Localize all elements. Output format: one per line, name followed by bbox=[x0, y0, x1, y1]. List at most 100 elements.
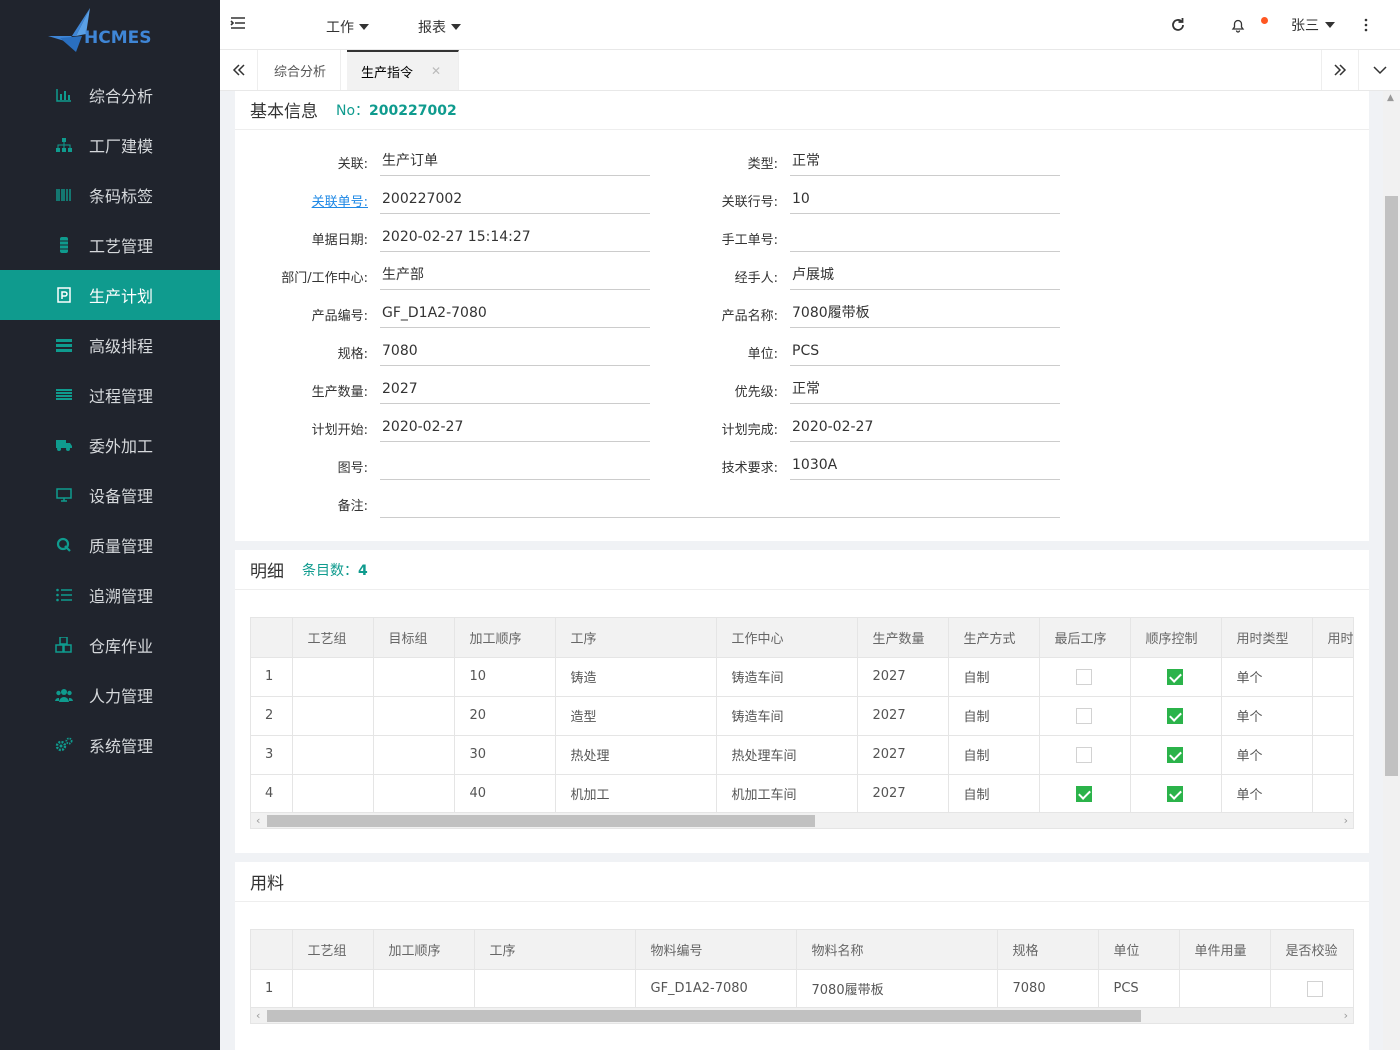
field-input[interactable]: 7080履带板 bbox=[790, 302, 1060, 328]
checkbox[interactable] bbox=[1166, 785, 1183, 802]
nav-work[interactable]: 工作 bbox=[326, 17, 369, 37]
refresh-icon[interactable] bbox=[1170, 0, 1186, 50]
sidebar-item-13[interactable]: 人力管理 bbox=[0, 670, 220, 720]
field-input[interactable]: 2027 bbox=[380, 378, 650, 404]
scroll-right-icon[interactable]: › bbox=[1344, 814, 1348, 827]
column-header[interactable]: 单件用量 bbox=[1179, 930, 1271, 970]
nav-reports[interactable]: 报表 bbox=[418, 17, 461, 37]
tab-production-order[interactable]: 生产指令 ✕ bbox=[347, 50, 459, 90]
field-input[interactable] bbox=[790, 226, 1060, 252]
column-header[interactable]: 工艺组 bbox=[292, 618, 374, 658]
field-input[interactable]: 1030A bbox=[790, 454, 1060, 480]
sidebar-item-6[interactable]: 高级排程 bbox=[0, 320, 220, 370]
column-header[interactable]: 用时类型 bbox=[1221, 618, 1313, 658]
user-menu[interactable]: 张三 bbox=[1291, 0, 1335, 50]
column-header[interactable]: 物料编号 bbox=[635, 930, 797, 970]
column-header[interactable]: 顺序控制 bbox=[1130, 618, 1222, 658]
table-cell[interactable] bbox=[1039, 657, 1131, 697]
sidebar-item-3[interactable]: 条码标签 bbox=[0, 170, 220, 220]
more-vertical-icon[interactable] bbox=[1364, 0, 1368, 50]
material-scroll-thumb[interactable] bbox=[267, 1010, 1141, 1022]
column-header[interactable]: 工艺组 bbox=[292, 930, 374, 970]
tabs-dropdown-icon[interactable] bbox=[1361, 50, 1399, 90]
column-header[interactable]: 用时 bbox=[1312, 618, 1353, 658]
table-cell[interactable] bbox=[1270, 969, 1353, 1009]
field-input[interactable] bbox=[380, 454, 650, 480]
column-header[interactable]: 规格 bbox=[997, 930, 1099, 970]
table-cell[interactable] bbox=[1130, 696, 1222, 736]
field-input[interactable]: 10 bbox=[790, 188, 1060, 214]
checkbox[interactable] bbox=[1166, 668, 1183, 685]
table-cell[interactable] bbox=[1130, 735, 1222, 775]
column-header[interactable]: 工序 bbox=[555, 618, 717, 658]
tabs-scroll-left-icon[interactable] bbox=[220, 50, 258, 90]
table-row[interactable]: 1 10 铸造 铸造车间 2027 自制 单个 bbox=[251, 657, 1353, 697]
sidebar-item-7[interactable]: 过程管理 bbox=[0, 370, 220, 420]
material-horizontal-scrollbar[interactable]: ‹ › bbox=[251, 1007, 1353, 1023]
sidebar-item-11[interactable]: 追溯管理 bbox=[0, 570, 220, 620]
field-input[interactable]: 生产订单 bbox=[380, 150, 650, 176]
sidebar-item-10[interactable]: 质量管理 bbox=[0, 520, 220, 570]
column-header[interactable]: 最后工序 bbox=[1039, 618, 1131, 658]
table-row[interactable]: 2 20 造型 铸造车间 2027 自制 单个 bbox=[251, 696, 1353, 736]
sidebar-item-9[interactable]: 设备管理 bbox=[0, 470, 220, 520]
checkbox[interactable] bbox=[1075, 785, 1092, 802]
column-header[interactable]: 生产数量 bbox=[857, 618, 949, 658]
table-row[interactable]: 1 GF_D1A2-7080 7080履带板 7080 PCS bbox=[251, 969, 1353, 1009]
tabs-scroll-right-icon[interactable] bbox=[1321, 50, 1359, 90]
field-label[interactable]: 关联单号: bbox=[235, 191, 380, 214]
sidebar-item-5[interactable]: 生产计划 bbox=[0, 270, 220, 320]
field-input[interactable]: 正常 bbox=[790, 378, 1060, 404]
close-tab-icon[interactable]: ✕ bbox=[431, 64, 441, 78]
checkbox[interactable] bbox=[1075, 668, 1092, 685]
column-header[interactable]: 物料名称 bbox=[796, 930, 998, 970]
scroll-up-icon[interactable]: ▲ bbox=[1387, 93, 1394, 103]
field-input[interactable] bbox=[380, 492, 1060, 518]
scroll-left-icon[interactable]: ‹ bbox=[256, 814, 260, 827]
column-header[interactable]: 工作中心 bbox=[716, 618, 858, 658]
column-header[interactable]: 目标组 bbox=[373, 618, 455, 658]
bell-icon[interactable] bbox=[1230, 0, 1268, 50]
sidebar-item-4[interactable]: 工艺管理 bbox=[0, 220, 220, 270]
field-input[interactable]: 正常 bbox=[790, 150, 1060, 176]
checkbox[interactable] bbox=[1075, 707, 1092, 724]
table-cell[interactable] bbox=[1039, 774, 1131, 814]
checkbox[interactable] bbox=[1166, 707, 1183, 724]
checkbox[interactable] bbox=[1075, 746, 1092, 763]
table-cell[interactable] bbox=[1039, 735, 1131, 775]
field-input[interactable]: 2020-02-27 bbox=[380, 416, 650, 442]
field-input[interactable]: PCS bbox=[790, 340, 1060, 366]
table-cell[interactable] bbox=[1039, 696, 1131, 736]
column-header[interactable]: 工序 bbox=[474, 930, 636, 970]
sidebar-item-12[interactable]: 仓库作业 bbox=[0, 620, 220, 670]
column-header[interactable] bbox=[251, 618, 293, 658]
field-input[interactable]: 2020-02-27 15:14:27 bbox=[380, 226, 650, 252]
scroll-left-icon[interactable]: ‹ bbox=[256, 1009, 260, 1022]
tab-overview[interactable]: 综合分析 bbox=[260, 50, 342, 90]
checkbox[interactable] bbox=[1166, 746, 1183, 763]
detail-scroll-thumb[interactable] bbox=[267, 815, 815, 827]
column-header[interactable]: 单位 bbox=[1098, 930, 1180, 970]
column-header[interactable]: 加工顺序 bbox=[373, 930, 475, 970]
page-scroll-thumb[interactable] bbox=[1385, 196, 1398, 776]
menu-toggle-icon[interactable] bbox=[230, 15, 246, 31]
sidebar-item-1[interactable]: 综合分析 bbox=[0, 70, 220, 120]
table-cell[interactable] bbox=[1130, 657, 1222, 697]
sidebar-item-14[interactable]: 系统管理 bbox=[0, 720, 220, 770]
field-input[interactable]: GF_D1A2-7080 bbox=[380, 302, 650, 328]
app-logo[interactable]: HCMES bbox=[46, 6, 176, 54]
scroll-right-icon[interactable]: › bbox=[1344, 1009, 1348, 1022]
page-vertical-scrollbar[interactable]: ▲ bbox=[1383, 91, 1400, 1050]
column-header[interactable]: 是否校验 bbox=[1270, 930, 1353, 970]
table-row[interactable]: 3 30 热处理 热处理车间 2027 自制 单个 bbox=[251, 735, 1353, 775]
table-cell[interactable] bbox=[1130, 774, 1222, 814]
sidebar-item-2[interactable]: 工厂建模 bbox=[0, 120, 220, 170]
field-input[interactable]: 7080 bbox=[380, 340, 650, 366]
table-row[interactable]: 4 40 机加工 机加工车间 2027 自制 单个 bbox=[251, 774, 1353, 814]
field-input[interactable]: 200227002 bbox=[380, 188, 650, 214]
column-header[interactable] bbox=[251, 930, 293, 970]
field-input[interactable]: 生产部 bbox=[380, 264, 650, 290]
field-input[interactable]: 卢展城 bbox=[790, 264, 1060, 290]
column-header[interactable]: 加工顺序 bbox=[454, 618, 556, 658]
checkbox[interactable] bbox=[1306, 980, 1323, 997]
